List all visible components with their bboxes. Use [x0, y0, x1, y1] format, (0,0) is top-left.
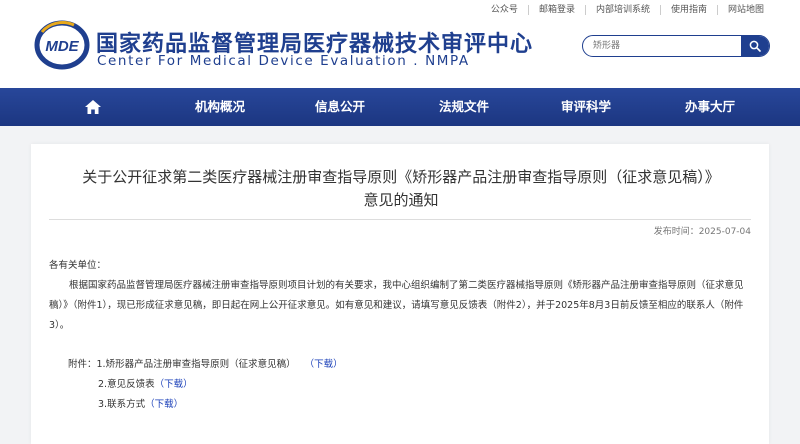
divider: [49, 219, 751, 220]
publish-date: 发布时间：2025-07-04: [653, 227, 751, 237]
article-body: 各有关单位： 根据国家药品监督管理局医疗器械注册审查指导原则项目计划的有关要求，…: [49, 256, 751, 336]
download-link[interactable]: （下载）: [145, 399, 183, 410]
article-title: 关于公开征求第二类医疗器械注册审查指导原则《矫形器产品注册审查指导原则（征求意见…: [71, 166, 731, 212]
attachment-item: 附件：1.矫形器产品注册审查指导原则（征求意见稿） （下载）: [68, 356, 343, 370]
search-button[interactable]: [741, 36, 769, 56]
attachment-name: 3.联系方式: [98, 399, 146, 410]
nav-item-about[interactable]: 机构概况: [190, 88, 250, 126]
download-link[interactable]: （下载）: [305, 359, 343, 370]
article-card: 关于公开征求第二类医疗器械注册审查指导原则《矫形器产品注册审查指导原则（征求意见…: [31, 144, 769, 444]
nav-item-regulations[interactable]: 法规文件: [436, 88, 492, 126]
attachment-item: 2.意见反馈表（下载）: [98, 376, 193, 390]
article-title-line1: 关于公开征求第二类医疗器械注册审查指导原则《矫形器产品注册审查指导原则（征求意见…: [82, 168, 720, 186]
attachments-label: 附件：: [68, 359, 97, 370]
article-title-line2: 意见的通知: [363, 191, 439, 209]
main-nav: 机构概况 信息公开 法规文件 审评科学 办事大厅: [0, 88, 800, 126]
article-paragraph: 根据国家药品监督管理局医疗器械注册审查指导原则项目计划的有关要求，我中心组织编制…: [49, 280, 744, 331]
top-links: 公众号 邮箱登录 内部培训系统 使用指南 网站地图: [481, 5, 764, 15]
nav-item-service-hall[interactable]: 办事大厅: [682, 88, 738, 126]
toplink-guide[interactable]: 使用指南: [661, 5, 718, 15]
site-header: 公众号 邮箱登录 内部培训系统 使用指南 网站地图 MDE 国家药品监督管理局医…: [0, 0, 800, 88]
search-icon: [749, 40, 761, 52]
attachment-name: 2.意见反馈表: [98, 379, 155, 390]
site-name-en: Center For Medical Device Evaluation . N…: [97, 53, 470, 69]
salutation: 各有关单位：: [49, 260, 107, 271]
nav-item-review-science[interactable]: 审评科学: [558, 88, 614, 126]
toplink-training-system[interactable]: 内部培训系统: [586, 5, 661, 15]
toplink-wechat[interactable]: 公众号: [481, 5, 529, 15]
nav-home[interactable]: [82, 88, 104, 126]
toplink-email-login[interactable]: 邮箱登录: [529, 5, 586, 15]
attachment-name: 1.矫形器产品注册审查指导原则（征求意见稿）: [96, 359, 296, 370]
download-link[interactable]: （下载）: [155, 379, 193, 390]
search-box: [582, 35, 770, 57]
logo-text: MDE: [45, 38, 79, 55]
site-logo[interactable]: MDE: [34, 20, 90, 70]
attachment-item: 3.联系方式（下载）: [98, 396, 183, 410]
nav-item-info-disclosure[interactable]: 信息公开: [312, 88, 368, 126]
home-icon: [85, 100, 101, 114]
toplink-sitemap[interactable]: 网站地图: [718, 5, 764, 15]
search-input[interactable]: [593, 36, 733, 56]
